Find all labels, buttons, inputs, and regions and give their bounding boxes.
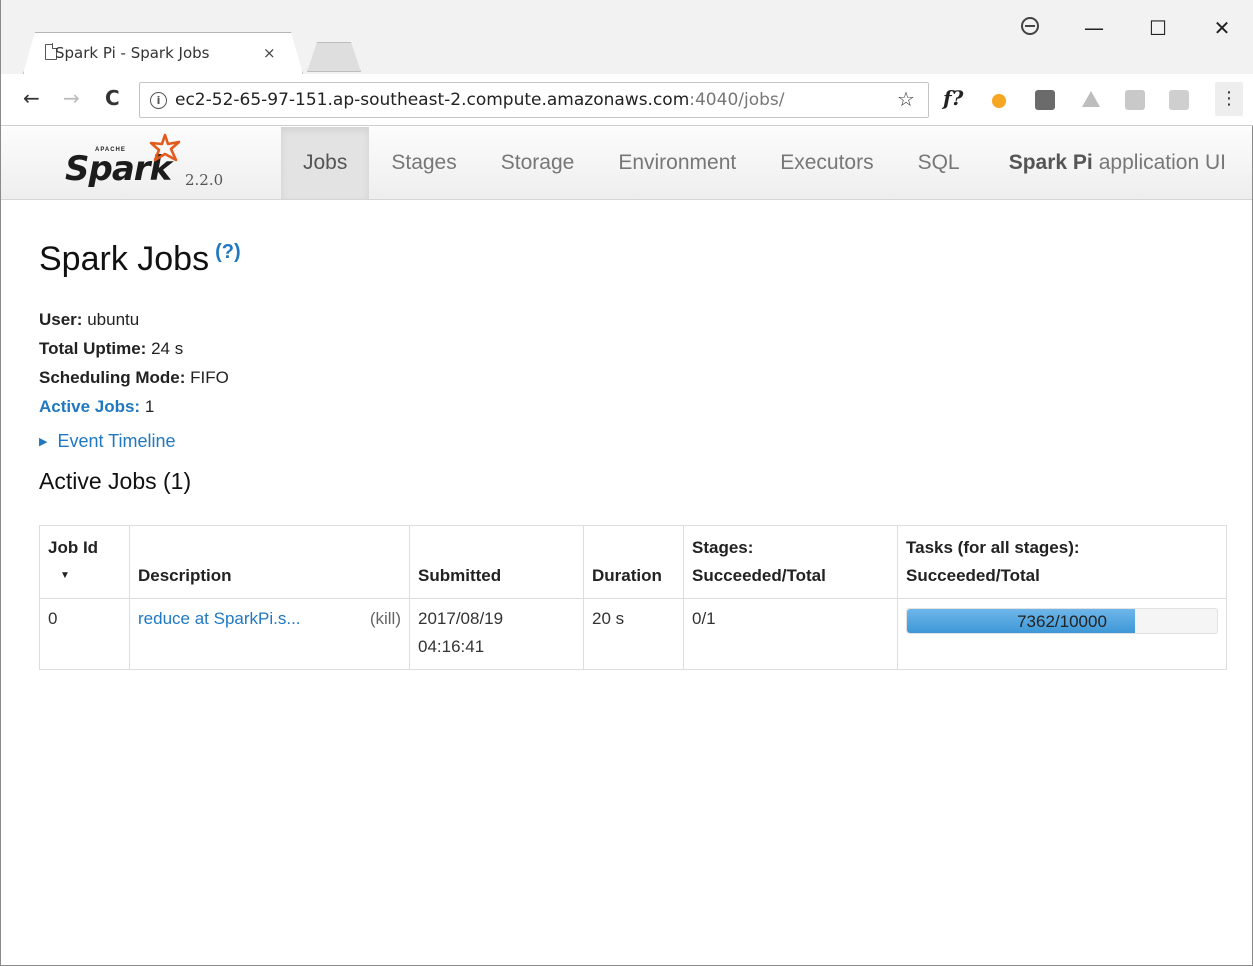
summary-mode-value: FIFO [190, 368, 229, 387]
expand-triangle-icon: ▶ [39, 436, 48, 448]
tab-environment[interactable]: Environment [596, 127, 758, 199]
header-tasks[interactable]: Tasks (for all stages): Succeeded/Total [897, 525, 1227, 599]
spark-version: 2.2.0 [185, 171, 224, 189]
browser-tab-content[interactable]: Spark Pi - Spark Jobs × [23, 32, 303, 74]
header-job-id[interactable]: Job Id ▼ [39, 525, 130, 599]
table-header-row: Job Id ▼ Description Submitted Duration S… [39, 525, 1227, 599]
cell-description: reduce at SparkPi.s... (kill) [129, 598, 410, 670]
address-bar[interactable]: i ec2-52-65-97-151.ap-southeast-2.comput… [139, 82, 929, 118]
spark-navbar: APACHE Spark 2.2.0 Jobs Stages Storage E… [1, 127, 1252, 200]
fx-extension-icon[interactable]: f? [943, 86, 963, 110]
application-title: Spark Pi application UI [1009, 127, 1226, 199]
sort-desc-icon: ▼ [60, 570, 70, 581]
tab-jobs[interactable]: Jobs [281, 127, 370, 199]
page-content: Spark Jobs (?) User: ubuntu Total Uptime:… [39, 240, 1229, 670]
extension-icon[interactable] [1125, 90, 1145, 110]
header-stages-line2: Succeeded/Total [692, 566, 826, 585]
header-job-id-label: Job Id [48, 538, 99, 557]
tab-executors[interactable]: Executors [758, 127, 895, 199]
page-title-heading: Spark Jobs (?) [39, 240, 1229, 279]
summary-active-value: 1 [144, 397, 155, 416]
extension-icon[interactable] [1035, 90, 1055, 110]
active-jobs-link[interactable]: Active Jobs: [39, 397, 140, 416]
new-tab-button[interactable] [307, 42, 361, 72]
page-title: Spark Jobs [39, 240, 210, 278]
submitted-time: 04:16:41 [418, 637, 485, 656]
window-controls: — ☐ ✕ [998, 0, 1253, 56]
active-jobs-table: Job Id ▼ Description Submitted Duration S… [39, 525, 1227, 670]
app-suffix: application UI [1098, 151, 1226, 174]
summary-user-key: User: [39, 310, 83, 329]
header-tasks-line2: Succeeded/Total [906, 566, 1040, 585]
browser-window: Spark Pi - Spark Jobs × — ☐ ✕ ← → C i ec… [0, 0, 1253, 966]
cell-tasks: 7362/10000 [897, 598, 1227, 670]
url-host: ec2-52-65-97-151.ap-southeast-2.compute.… [175, 90, 690, 110]
tab-stages[interactable]: Stages [369, 127, 478, 199]
help-link[interactable]: (?) [215, 241, 241, 263]
summary-mode-key: Scheduling Mode: [39, 368, 186, 387]
reload-button[interactable]: C [105, 86, 120, 110]
tab-close-icon[interactable]: × [263, 44, 276, 62]
summary-mode: Scheduling Mode: FIFO [39, 363, 1229, 392]
close-window-button[interactable]: ✕ [1190, 16, 1253, 40]
summary-uptime-key: Total Uptime: [39, 339, 147, 358]
tasks-progress-text: 7362/10000 [1017, 612, 1107, 631]
drive-extension-icon[interactable] [1082, 91, 1100, 107]
cell-duration: 20 s [583, 598, 684, 670]
spark-logo[interactable]: APACHE Spark 2.2.0 [65, 133, 265, 193]
summary-uptime-value: 24 s [151, 339, 184, 358]
tab-sql[interactable]: SQL [896, 127, 982, 199]
summary-uptime: Total Uptime: 24 s [39, 334, 1229, 363]
browser-menu-button[interactable]: ⋮ [1215, 82, 1243, 116]
url-path: :4040/jobs/ [689, 90, 785, 110]
spark-nav-tabs: Jobs Stages Storage Environment Executor… [281, 127, 982, 199]
event-timeline-toggle[interactable]: ▶ Event Timeline [39, 431, 1229, 452]
summary-user-value: ubuntu [87, 310, 140, 329]
event-timeline-label: Event Timeline [57, 431, 176, 451]
spark-star-icon [149, 133, 181, 162]
profile-button[interactable] [998, 16, 1062, 40]
summary-list: User: ubuntu Total Uptime: 24 s Scheduli… [39, 305, 1229, 421]
kill-job-link[interactable]: (kill) [370, 605, 401, 633]
table-row: 0 reduce at SparkPi.s... (kill) 2017/08/… [39, 598, 1227, 670]
cell-stages: 0/1 [683, 598, 898, 670]
tab-storage[interactable]: Storage [479, 127, 597, 199]
profile-icon [1021, 17, 1039, 35]
header-duration[interactable]: Duration [583, 525, 684, 599]
summary-active-jobs: Active Jobs: 1 [39, 392, 1229, 421]
cell-job-id: 0 [39, 598, 130, 670]
forward-button[interactable]: → [63, 86, 80, 110]
job-description-link[interactable]: reduce at SparkPi.s... [138, 609, 301, 628]
extension-icon[interactable] [989, 90, 1009, 110]
bookmark-star-icon[interactable]: ☆ [897, 87, 915, 111]
app-name: Spark Pi [1008, 151, 1093, 174]
browser-titlebar: Spark Pi - Spark Jobs × — ☐ ✕ [1, 0, 1253, 74]
tasks-progress-bar: 7362/10000 [906, 608, 1218, 634]
active-jobs-heading: Active Jobs (1) [39, 468, 192, 494]
header-stages[interactable]: Stages: Succeeded/Total [683, 525, 898, 599]
pdf-extension-icon[interactable] [1169, 90, 1189, 110]
header-submitted[interactable]: Submitted [409, 525, 584, 599]
tab-title: Spark Pi - Spark Jobs [55, 44, 210, 62]
submitted-date: 2017/08/19 [418, 609, 504, 628]
minimize-button[interactable]: — [1062, 16, 1126, 40]
info-icon[interactable]: i [150, 91, 167, 109]
cell-submitted: 2017/08/19 04:16:41 [409, 598, 584, 670]
back-button[interactable]: ← [23, 86, 40, 110]
summary-user: User: ubuntu [39, 305, 1229, 334]
browser-toolbar: ← → C i ec2-52-65-97-151.ap-southeast-2.… [1, 74, 1253, 126]
maximize-button[interactable]: ☐ [1126, 16, 1190, 40]
header-tasks-line1: Tasks (for all stages): [906, 538, 1080, 557]
header-description[interactable]: Description [129, 525, 410, 599]
header-stages-line1: Stages: [692, 538, 754, 557]
